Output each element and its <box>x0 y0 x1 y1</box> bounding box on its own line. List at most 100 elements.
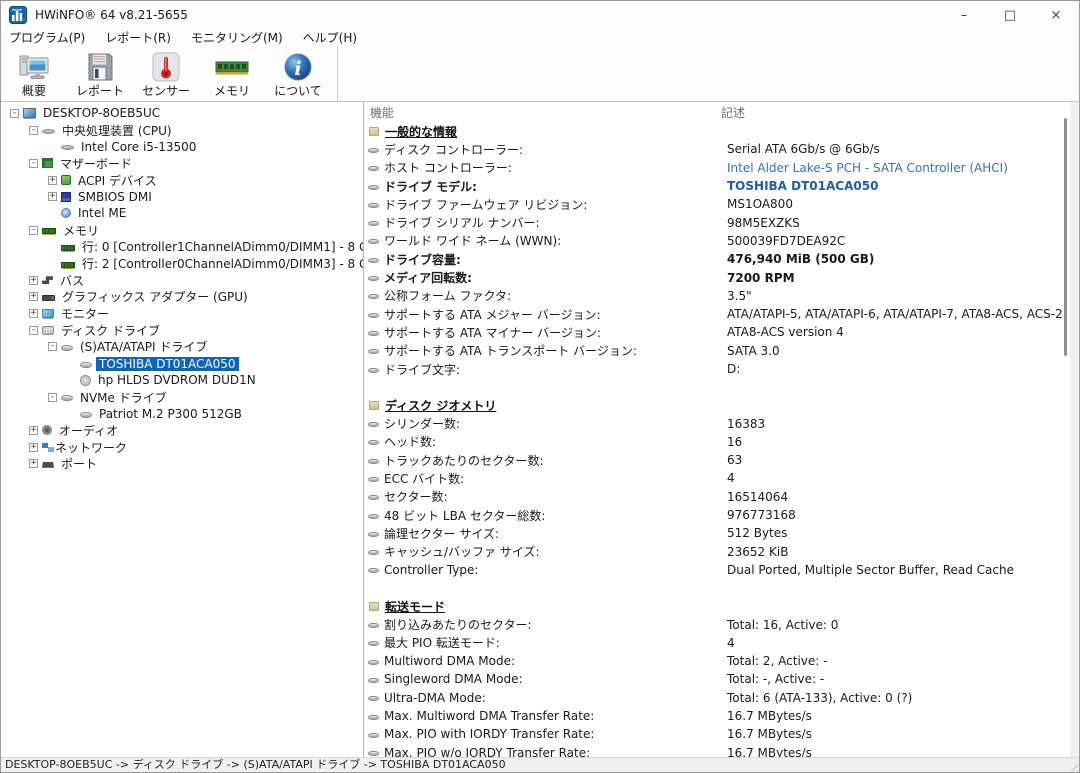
collapse-icon[interactable]: - <box>48 393 57 402</box>
section-header[interactable]: 一般的な情報 <box>364 122 1070 140</box>
tree-item-label: モニター <box>58 305 112 322</box>
tree-item[interactable]: -中央処理装置 (CPU) <box>2 122 363 139</box>
details-header: 機能 記述 <box>364 102 1070 122</box>
detail-label: 48 ビット LBA セクター総数: <box>384 507 545 524</box>
menu-help[interactable]: ヘルプ(H) <box>303 29 365 46</box>
detail-row[interactable]: ヘッド数:16 <box>364 433 1070 451</box>
detail-row[interactable]: セクター数:16514064 <box>364 488 1070 506</box>
tree-item[interactable]: Intel Core i5-13500 <box>2 138 363 155</box>
detail-value: TOSHIBA DT01ACA050 <box>727 179 878 193</box>
sensors-button[interactable]: センサー <box>133 46 199 101</box>
tree-item[interactable]: +グラフィックス アダプター (GPU) <box>2 289 363 306</box>
tree-item[interactable]: -NVMe ドライブ <box>2 389 363 406</box>
section-header[interactable]: ディスク ジオメトリ <box>364 396 1070 414</box>
detail-row[interactable]: サポートする ATA トランスポート バージョン:SATA 3.0 <box>364 342 1070 360</box>
tree-item[interactable]: +ACPI デバイス <box>2 172 363 189</box>
tree-item[interactable]: hp HLDS DVDROM DUD1N <box>2 372 363 389</box>
expand-icon[interactable]: + <box>48 192 57 201</box>
maximize-button[interactable]: □ <box>987 1 1033 29</box>
detail-row[interactable]: ドライブ モデル:TOSHIBA DT01ACA050 <box>364 177 1070 195</box>
detail-row[interactable]: キャッシュ/バッファ サイズ:23652 KiB <box>364 543 1070 561</box>
collapse-icon[interactable]: - <box>29 159 38 168</box>
expand-icon[interactable]: + <box>29 276 38 285</box>
detail-row[interactable]: ドライブ ファームウェア リビジョン:MS1OA800 <box>364 195 1070 213</box>
resize-grip-icon[interactable] <box>1067 760 1078 771</box>
detail-value: 16.7 MBytes/s <box>727 727 812 741</box>
detail-row[interactable]: ディスク コントローラー:Serial ATA 6Gb/s @ 6Gb/s <box>364 140 1070 158</box>
detail-row[interactable]: ドライブ シリアル ナンバー:98M5EXZKS <box>364 213 1070 231</box>
tree-item[interactable]: +ネットワーク <box>2 439 363 456</box>
detail-row[interactable]: トラックあたりのセクター数:63 <box>364 451 1070 469</box>
menu-monitoring[interactable]: モニタリング(M) <box>191 29 291 46</box>
detail-row[interactable]: Controller Type:Dual Ported, Multiple Se… <box>364 561 1070 579</box>
detail-row[interactable]: 最大 PIO 転送モード:4 <box>364 634 1070 652</box>
column-header-feature[interactable]: 機能 <box>364 104 721 121</box>
tree-item[interactable]: -DESKTOP-8OEB5UC <box>2 105 363 122</box>
detail-row[interactable]: Singleword DMA Mode:Total: -, Active: - <box>364 670 1070 688</box>
detail-row[interactable]: Ultra-DMA Mode:Total: 6 (ATA-133), Activ… <box>364 689 1070 707</box>
tree-item[interactable]: 行: 0 [Controller1ChannelADimm0/DIMM1] - … <box>2 239 363 256</box>
detail-row[interactable]: シリンダー数:16383 <box>364 414 1070 432</box>
close-button[interactable]: × <box>1033 1 1079 29</box>
tree-item[interactable]: +ポート <box>2 455 363 472</box>
expand-icon[interactable]: + <box>29 443 38 452</box>
section-header[interactable]: 転送モード <box>364 597 1070 615</box>
detail-feature-cell: 論理セクター サイズ: <box>364 525 727 542</box>
report-button[interactable]: レポート <box>67 46 133 101</box>
tree-item[interactable]: 行: 2 [Controller0ChannelADimm0/DIMM3] - … <box>2 255 363 272</box>
expand-icon[interactable]: + <box>29 459 38 468</box>
collapse-icon[interactable]: - <box>29 326 38 335</box>
tree-item[interactable]: Intel ME <box>2 205 363 222</box>
expand-icon[interactable]: + <box>48 176 57 185</box>
hwinfo-app-icon <box>9 6 27 24</box>
column-header-description[interactable]: 記述 <box>721 104 745 121</box>
detail-row[interactable]: 48 ビット LBA セクター総数:976773168 <box>364 506 1070 524</box>
tree-item[interactable]: +オーディオ <box>2 422 363 439</box>
detail-row[interactable]: 割り込みあたりのセクター:Total: 16, Active: 0 <box>364 615 1070 633</box>
title-bar[interactable]: HWiNFO® 64 v8.21-5655 – □ × <box>1 1 1079 29</box>
vertical-scrollbar[interactable] <box>1064 118 1067 356</box>
detail-row[interactable]: メディア回転数:7200 RPM <box>364 268 1070 286</box>
menu-report[interactable]: レポート(R) <box>105 29 179 46</box>
minimize-button[interactable]: – <box>941 1 987 29</box>
detail-row[interactable]: ホスト コントローラー:Intel Alder Lake-S PCH - SAT… <box>364 159 1070 177</box>
tree-item[interactable]: Patriot M.2 P300 512GB <box>2 405 363 422</box>
collapse-icon[interactable]: - <box>29 226 38 235</box>
detail-row[interactable]: ワールド ワイド ネーム (WWN):500039FD7DEA92C <box>364 232 1070 250</box>
report-icon <box>85 50 115 84</box>
ti-intelme <box>61 208 71 218</box>
collapse-icon[interactable]: - <box>10 109 19 118</box>
menu-program[interactable]: プログラム(P) <box>9 29 93 46</box>
collapse-icon[interactable]: - <box>29 126 38 135</box>
detail-label: 論理セクター サイズ: <box>384 525 499 542</box>
expand-icon[interactable]: + <box>29 426 38 435</box>
detail-row[interactable]: ドライブ容量:476,940 MiB (500 GB) <box>364 250 1070 268</box>
detail-feature-cell: ワールド ワイド ネーム (WWN): <box>364 232 727 249</box>
tree-item[interactable]: -ディスク ドライブ <box>2 322 363 339</box>
detail-row[interactable]: ECC バイト数:4 <box>364 469 1070 487</box>
tree-item[interactable]: -(S)ATA/ATAPI ドライブ <box>2 339 363 356</box>
tree-item[interactable]: -マザーボード <box>2 155 363 172</box>
tree-item[interactable]: TOSHIBA DT01ACA050 <box>2 355 363 372</box>
about-button[interactable]: i について <box>265 46 331 101</box>
detail-row[interactable]: Max. PIO with IORDY Transfer Rate:16.7 M… <box>364 725 1070 743</box>
detail-row[interactable]: サポートする ATA マイナー バージョン:ATA8-ACS version 4 <box>364 323 1070 341</box>
tree-item[interactable]: +バス <box>2 272 363 289</box>
detail-row[interactable]: 論理セクター サイズ:512 Bytes <box>364 524 1070 542</box>
tree-item[interactable]: + モニター <box>2 305 363 322</box>
detail-row[interactable]: Max. Multiword DMA Transfer Rate:16.7 MB… <box>364 707 1070 725</box>
detail-row[interactable]: サポートする ATA メジャー バージョン:ATA/ATAPI-5, ATA/A… <box>364 305 1070 323</box>
detail-row[interactable]: Multiword DMA Mode:Total: 2, Active: - <box>364 652 1070 670</box>
ti-drive <box>61 395 73 401</box>
expand-icon[interactable]: + <box>29 309 38 318</box>
collapse-icon[interactable]: - <box>48 342 57 351</box>
detail-row[interactable]: ドライブ文字:D: <box>364 360 1070 378</box>
tree-item[interactable]: +SMBIOS DMI <box>2 188 363 205</box>
expand-icon[interactable]: + <box>29 292 38 301</box>
overview-button[interactable]: 概要 <box>1 46 67 101</box>
detail-row[interactable]: Max. PIO w/o IORDY Transfer Rate:16.7 MB… <box>364 744 1070 758</box>
detail-row[interactable]: 公称フォーム ファクタ:3.5" <box>364 287 1070 305</box>
ti-drive <box>61 345 73 351</box>
memory-button[interactable]: メモリ <box>199 46 265 101</box>
tree-item[interactable]: -メモリ <box>2 222 363 239</box>
